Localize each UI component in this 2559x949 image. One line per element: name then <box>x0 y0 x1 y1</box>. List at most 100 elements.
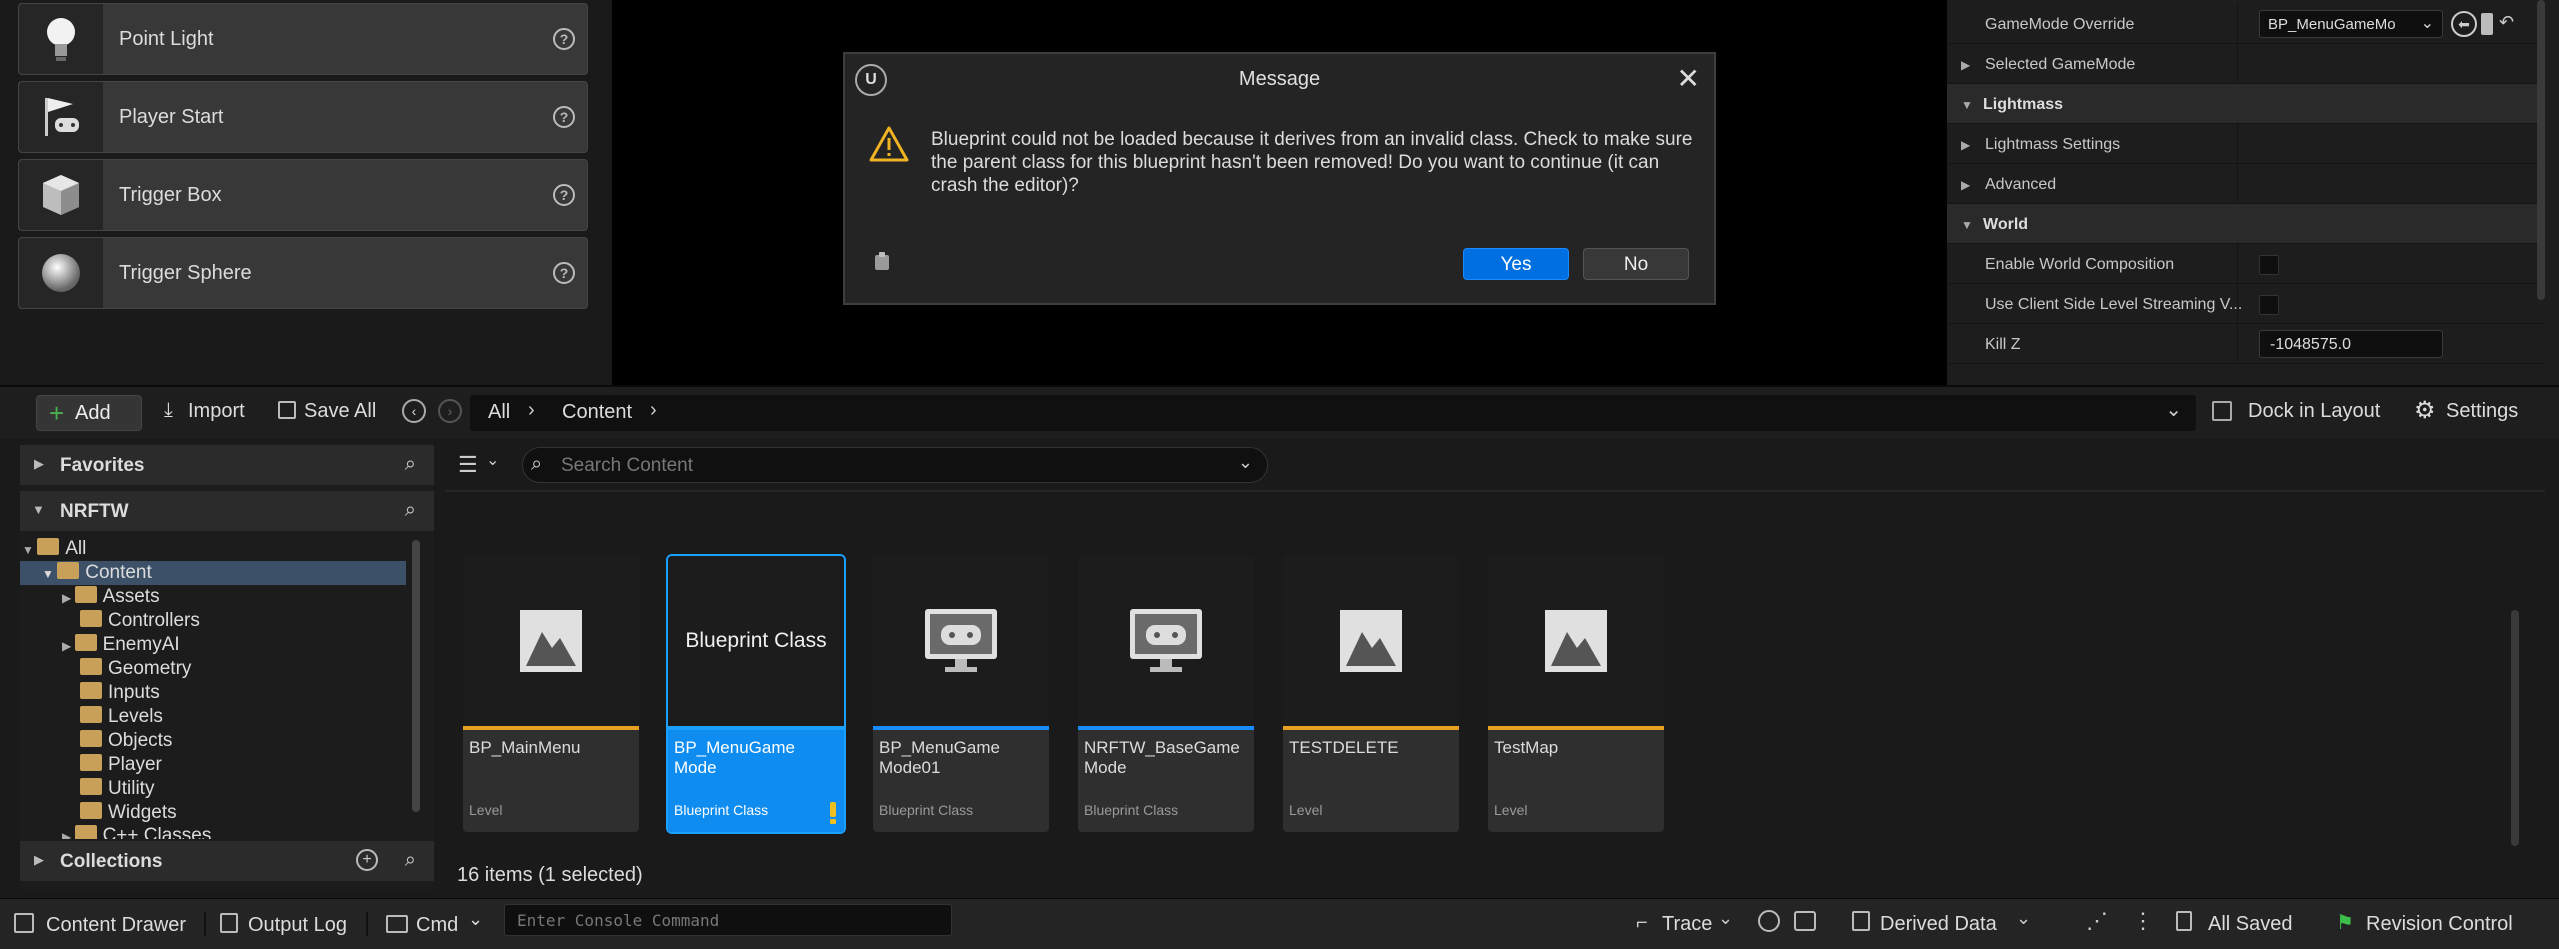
collections-header[interactable]: ▶ Collections + ⌕ <box>20 841 434 881</box>
trace-dropdown[interactable]: Trace <box>1662 913 1712 936</box>
lightmass-settings-row[interactable]: ▶ Lightmass Settings <box>1947 124 2543 164</box>
add-collection-icon[interactable]: + <box>356 849 378 871</box>
chevron-down-icon[interactable]: ⌄ <box>468 909 483 930</box>
all-saved-button[interactable]: All Saved <box>2208 913 2293 936</box>
content-drawer-button[interactable]: Content Drawer <box>46 914 186 937</box>
collapse-arrow-icon[interactable]: ▼ <box>32 502 45 517</box>
search-icon[interactable]: ⌕ <box>405 453 416 476</box>
tree-item-player[interactable]: Player <box>80 753 162 777</box>
back-icon[interactable]: ‹ <box>402 399 426 423</box>
tree-item-inputs[interactable]: Inputs <box>80 681 160 705</box>
tree-item-widgets[interactable]: Widgets <box>80 801 177 825</box>
help-icon[interactable]: ? <box>553 262 575 284</box>
yes-button[interactable]: Yes <box>1463 248 1569 280</box>
chevron-down-icon[interactable]: ⌄ <box>2016 908 2031 929</box>
asset-type: Blueprint Class <box>879 802 974 818</box>
favorites-header[interactable]: ▶ Favorites ⌕ <box>20 445 434 485</box>
asset-tile-bp-mainmenu[interactable]: BP_MainMenu Level <box>463 556 639 832</box>
collapse-arrow-icon[interactable]: ▼ <box>1961 218 1973 232</box>
place-item-player-start[interactable]: Player Start ? <box>18 81 588 153</box>
place-item-point-light[interactable]: Point Light ? <box>18 3 588 75</box>
details-scrollbar[interactable] <box>2537 0 2545 300</box>
asset-tile-testdelete[interactable]: TESTDELETE Level <box>1283 556 1459 832</box>
chevron-down-icon[interactable]: ⌄ <box>486 450 499 470</box>
tree-item-all[interactable]: ▼ All <box>22 537 86 561</box>
search-content-input[interactable]: ⌕ Search Content ⌄ <box>522 447 1268 483</box>
forward-icon[interactable]: › <box>438 399 462 423</box>
kill-z-input[interactable]: -1048575.0 <box>2259 330 2443 358</box>
collapse-arrow-icon[interactable]: ▼ <box>1961 98 1973 112</box>
add-button[interactable]: + Add <box>36 395 142 431</box>
browse-icon[interactable] <box>2481 13 2493 35</box>
grid-dots-icon[interactable]: ⋰ <box>2086 908 2108 934</box>
gamemode-override-combo[interactable]: BP_MenuGameMo ⌄ <box>2259 10 2443 38</box>
folder-icon <box>80 706 102 724</box>
chevron-down-icon[interactable]: ⌄ <box>2165 397 2182 422</box>
record-icon[interactable] <box>1758 910 1780 932</box>
tree-item-content[interactable]: ▼ Content <box>20 561 406 585</box>
tree-scrollbar[interactable] <box>412 540 420 812</box>
asset-view-scrollbar[interactable] <box>2511 610 2519 846</box>
gear-icon: ⚙ <box>2414 397 2436 424</box>
output-log-button[interactable]: Output Log <box>248 914 347 937</box>
expand-arrow-icon[interactable]: ▶ <box>34 852 44 868</box>
tree-item-geometry[interactable]: Geometry <box>80 657 191 681</box>
property-label: Advanced <box>1985 176 2057 193</box>
expand-arrow-icon[interactable]: ▶ <box>34 456 44 472</box>
tree-item-controllers[interactable]: Controllers <box>80 609 200 633</box>
folder-icon <box>80 778 102 796</box>
expand-arrow-icon[interactable]: ▶ <box>1961 138 1970 152</box>
help-icon[interactable]: ? <box>553 28 575 50</box>
expand-arrow-icon[interactable]: ▶ <box>1961 58 1970 72</box>
asset-tile-bp-menugamemode01[interactable]: BP_MenuGame Mode01 Blueprint Class <box>873 556 1049 832</box>
place-item-label: Player Start <box>119 106 224 128</box>
asset-tile-bp-menugamemode[interactable]: Blueprint Class BP_MenuGame Mode Bluepri… <box>666 554 846 834</box>
search-icon[interactable]: ⌕ <box>405 499 416 522</box>
place-item-trigger-box[interactable]: Trigger Box ? <box>18 159 588 231</box>
revision-control-button[interactable]: Revision Control <box>2366 913 2513 936</box>
asset-tile-testmap[interactable]: TestMap Level <box>1488 556 1664 832</box>
clipboard-icon[interactable] <box>873 251 891 276</box>
settings-button[interactable]: Settings <box>2446 400 2518 423</box>
asset-tile-nrftw-basegamemode[interactable]: NRFTW_BaseGame Mode Blueprint Class <box>1078 556 1254 832</box>
project-header[interactable]: ▼ NRFTW ⌕ <box>20 491 434 531</box>
tree-label: Objects <box>108 730 173 751</box>
console-command-input[interactable]: Enter Console Command <box>504 904 952 936</box>
use-selected-icon[interactable]: ⬅ <box>2451 11 2477 37</box>
derived-data-dropdown[interactable]: Derived Data <box>1880 913 1997 936</box>
breadcrumb-separator-icon[interactable]: › <box>528 399 535 422</box>
tree-item-levels[interactable]: Levels <box>80 705 163 729</box>
close-icon[interactable]: ✕ <box>1677 62 1700 95</box>
reset-icon[interactable]: ↶ <box>2499 12 2514 33</box>
selected-gamemode-row[interactable]: ▶ Selected GameMode <box>1947 44 2543 84</box>
tree-item-cpp-classes[interactable]: ▶ C++ Classes <box>62 825 211 839</box>
import-button[interactable]: Import <box>188 400 245 423</box>
folder-icon <box>74 634 97 652</box>
search-icon[interactable]: ⌕ <box>405 849 416 872</box>
lightmass-section[interactable]: ▼ Lightmass <box>1947 84 2543 124</box>
tree-item-objects[interactable]: Objects <box>80 729 172 753</box>
screenshot-icon[interactable] <box>1794 911 1816 931</box>
dock-in-layout-button[interactable]: Dock in Layout <box>2248 400 2380 423</box>
tree-item-utility[interactable]: Utility <box>80 777 154 801</box>
help-icon[interactable]: ? <box>553 106 575 128</box>
breadcrumb-all[interactable]: All <box>488 401 510 424</box>
no-button[interactable]: No <box>1583 248 1689 280</box>
filter-icon[interactable]: ☰ <box>458 452 478 478</box>
help-icon[interactable]: ? <box>553 184 575 206</box>
breadcrumb-content[interactable]: Content <box>562 401 632 424</box>
tree-item-enemyai[interactable]: ▶ EnemyAI <box>62 633 180 657</box>
tree-item-assets[interactable]: ▶ Assets <box>62 585 160 609</box>
enable-world-composition-checkbox[interactable] <box>2259 255 2279 275</box>
cmd-dropdown[interactable]: Cmd <box>416 914 458 937</box>
breadcrumb-separator-icon[interactable]: › <box>650 399 657 422</box>
client-side-streaming-checkbox[interactable] <box>2259 295 2279 315</box>
more-options-icon[interactable]: ⋮ <box>2132 908 2154 934</box>
chevron-down-icon[interactable]: ⌄ <box>1238 452 1253 473</box>
chevron-down-icon[interactable]: ⌄ <box>1718 908 1733 929</box>
advanced-row[interactable]: ▶ Advanced <box>1947 164 2543 204</box>
save-all-button[interactable]: Save All <box>304 400 376 423</box>
expand-arrow-icon[interactable]: ▶ <box>1961 178 1970 192</box>
world-section[interactable]: ▼ World <box>1947 204 2543 244</box>
place-item-trigger-sphere[interactable]: Trigger Sphere ? <box>18 237 588 309</box>
